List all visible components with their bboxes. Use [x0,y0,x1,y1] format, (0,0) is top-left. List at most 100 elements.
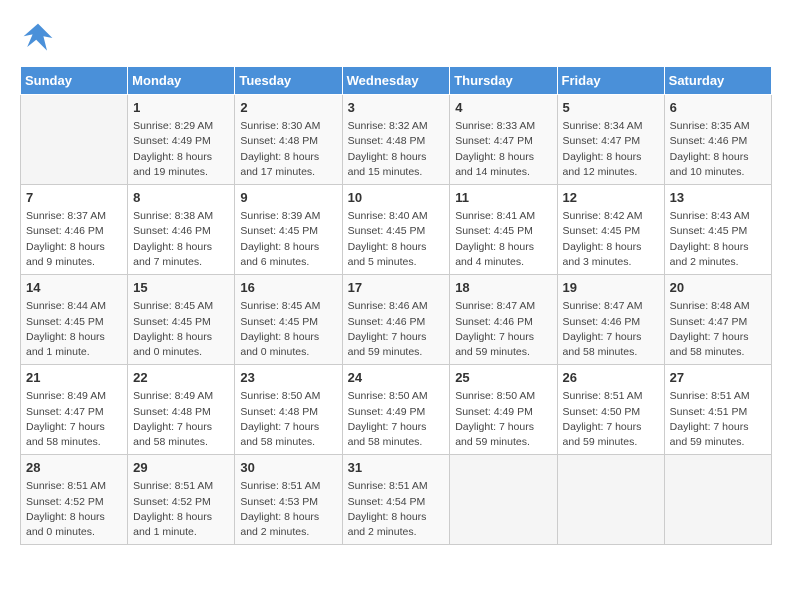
weekday-header: Tuesday [235,67,342,95]
calendar-week-row: 1 Sunrise: 8:29 AM Sunset: 4:49 PM Daylig… [21,95,772,185]
cell-content: Sunrise: 8:42 AM Sunset: 4:45 PM Dayligh… [563,209,659,270]
day-number: 11 [455,189,551,207]
calendar-cell: 25 Sunrise: 8:50 AM Sunset: 4:49 PM Dayli… [450,365,557,455]
calendar-cell: 22 Sunrise: 8:49 AM Sunset: 4:48 PM Dayli… [128,365,235,455]
cell-content: Sunrise: 8:40 AM Sunset: 4:45 PM Dayligh… [348,209,445,270]
calendar-cell [557,455,664,545]
calendar-cell [450,455,557,545]
day-number: 16 [240,279,336,297]
cell-content: Sunrise: 8:34 AM Sunset: 4:47 PM Dayligh… [563,119,659,180]
cell-content: Sunrise: 8:51 AM Sunset: 4:53 PM Dayligh… [240,479,336,540]
calendar-cell: 10 Sunrise: 8:40 AM Sunset: 4:45 PM Dayli… [342,185,450,275]
calendar-cell: 30 Sunrise: 8:51 AM Sunset: 4:53 PM Dayli… [235,455,342,545]
calendar-cell: 19 Sunrise: 8:47 AM Sunset: 4:46 PM Dayli… [557,275,664,365]
cell-content: Sunrise: 8:48 AM Sunset: 4:47 PM Dayligh… [670,299,766,360]
calendar-cell: 17Sunrise: 8:46 AM Sunset: 4:46 PM Dayli… [342,275,450,365]
cell-content: Sunrise: 8:30 AM Sunset: 4:48 PM Dayligh… [240,119,336,180]
calendar-cell: 29 Sunrise: 8:51 AM Sunset: 4:52 PM Dayli… [128,455,235,545]
cell-content: Sunrise: 8:50 AM Sunset: 4:48 PM Dayligh… [240,389,336,450]
calendar-cell: 14 Sunrise: 8:44 AM Sunset: 4:45 PM Dayli… [21,275,128,365]
cell-content: Sunrise: 8:49 AM Sunset: 4:47 PM Dayligh… [26,389,122,450]
day-number: 25 [455,369,551,387]
cell-content: Sunrise: 8:47 AM Sunset: 4:46 PM Dayligh… [563,299,659,360]
day-number: 4 [455,99,551,117]
calendar-cell [21,95,128,185]
calendar-week-row: 7 Sunrise: 8:37 AM Sunset: 4:46 PM Daylig… [21,185,772,275]
calendar-cell: 2 Sunrise: 8:30 AM Sunset: 4:48 PM Daylig… [235,95,342,185]
cell-content: Sunrise: 8:38 AM Sunset: 4:46 PM Dayligh… [133,209,229,270]
calendar-cell: 6 Sunrise: 8:35 AM Sunset: 4:46 PM Daylig… [664,95,771,185]
cell-content: Sunrise: 8:51 AM Sunset: 4:52 PM Dayligh… [133,479,229,540]
day-number: 14 [26,279,122,297]
cell-content: Sunrise: 8:45 AM Sunset: 4:45 PM Dayligh… [240,299,336,360]
cell-content: Sunrise: 8:33 AM Sunset: 4:47 PM Dayligh… [455,119,551,180]
calendar-cell: 28Sunrise: 8:51 AM Sunset: 4:52 PM Dayli… [21,455,128,545]
day-number: 30 [240,459,336,477]
calendar-week-row: 14 Sunrise: 8:44 AM Sunset: 4:45 PM Dayli… [21,275,772,365]
calendar-cell: 26Sunrise: 8:51 AM Sunset: 4:50 PM Dayli… [557,365,664,455]
calendar-cell: 13 Sunrise: 8:43 AM Sunset: 4:45 PM Dayli… [664,185,771,275]
day-number: 27 [670,369,766,387]
day-number: 29 [133,459,229,477]
day-number: 2 [240,99,336,117]
calendar-table: SundayMondayTuesdayWednesdayThursdayFrid… [20,66,772,545]
weekday-header: Sunday [21,67,128,95]
cell-content: Sunrise: 8:49 AM Sunset: 4:48 PM Dayligh… [133,389,229,450]
day-number: 3 [348,99,445,117]
calendar-cell: 16 Sunrise: 8:45 AM Sunset: 4:45 PM Dayli… [235,275,342,365]
calendar-cell: 4 Sunrise: 8:33 AM Sunset: 4:47 PM Daylig… [450,95,557,185]
day-number: 28 [26,459,122,477]
calendar-cell: 11 Sunrise: 8:41 AM Sunset: 4:45 PM Dayli… [450,185,557,275]
calendar-week-row: 28 Sunrise: 8:51 AM Sunset: 4:52 PM Dayli… [21,455,772,545]
cell-content: Sunrise: 8:41 AM Sunset: 4:45 PM Dayligh… [455,209,551,270]
weekday-header: Thursday [450,67,557,95]
cell-content: Sunrise: 8:51 AM Sunset: 4:54 PM Dayligh… [348,479,445,540]
day-number: 24 [348,369,445,387]
cell-content: Sunrise: 8:39 AM Sunset: 4:45 PM Dayligh… [240,209,336,270]
day-number: 18 [455,279,551,297]
calendar-cell: 27 Sunrise: 8:51 AM Sunset: 4:51 PM Dayli… [664,365,771,455]
day-number: 6 [670,99,766,117]
calendar-cell: 24 Sunrise: 8:50 AM Sunset: 4:49 PM Dayli… [342,365,450,455]
day-number: 12 [563,189,659,207]
cell-content: Sunrise: 8:32 AM Sunset: 4:48 PM Dayligh… [348,119,445,180]
calendar-cell: 7 Sunrise: 8:37 AM Sunset: 4:46 PM Daylig… [21,185,128,275]
page-header [20,20,772,56]
day-number: 21 [26,369,122,387]
weekday-header: Saturday [664,67,771,95]
day-number: 9 [240,189,336,207]
calendar-cell [664,455,771,545]
day-number: 22 [133,369,229,387]
calendar-cell: 31 Sunrise: 8:51 AM Sunset: 4:54 PM Dayli… [342,455,450,545]
weekday-header: Monday [128,67,235,95]
day-number: 19 [563,279,659,297]
calendar-cell: 12 Sunrise: 8:42 AM Sunset: 4:45 PM Dayli… [557,185,664,275]
day-number: 7 [26,189,122,207]
cell-content: Sunrise: 8:35 AM Sunset: 4:46 PM Dayligh… [670,119,766,180]
calendar-cell: 20 Sunrise: 8:48 AM Sunset: 4:47 PM Dayli… [664,275,771,365]
day-number: 31 [348,459,445,477]
weekday-header: Wednesday [342,67,450,95]
day-number: 17 [348,279,445,297]
day-number: 15 [133,279,229,297]
day-number: 13 [670,189,766,207]
day-number: 20 [670,279,766,297]
cell-content: Sunrise: 8:50 AM Sunset: 4:49 PM Dayligh… [348,389,445,450]
day-number: 10 [348,189,445,207]
cell-content: Sunrise: 8:50 AM Sunset: 4:49 PM Dayligh… [455,389,551,450]
calendar-cell: 3 Sunrise: 8:32 AM Sunset: 4:48 PM Daylig… [342,95,450,185]
calendar-cell: 15 Sunrise: 8:45 AM Sunset: 4:45 PM Dayli… [128,275,235,365]
cell-content: Sunrise: 8:29 AM Sunset: 4:49 PM Dayligh… [133,119,229,180]
cell-content: Sunrise: 8:47 AM Sunset: 4:46 PM Dayligh… [455,299,551,360]
cell-content: Sunrise: 8:37 AM Sunset: 4:46 PM Dayligh… [26,209,122,270]
calendar-cell: 8 Sunrise: 8:38 AM Sunset: 4:46 PM Daylig… [128,185,235,275]
cell-content: Sunrise: 8:51 AM Sunset: 4:50 PM Dayligh… [563,389,659,450]
calendar-cell: 1 Sunrise: 8:29 AM Sunset: 4:49 PM Daylig… [128,95,235,185]
day-number: 8 [133,189,229,207]
cell-content: Sunrise: 8:44 AM Sunset: 4:45 PM Dayligh… [26,299,122,360]
cell-content: Sunrise: 8:51 AM Sunset: 4:51 PM Dayligh… [670,389,766,450]
cell-content: Sunrise: 8:45 AM Sunset: 4:45 PM Dayligh… [133,299,229,360]
cell-content: Sunrise: 8:43 AM Sunset: 4:45 PM Dayligh… [670,209,766,270]
day-number: 1 [133,99,229,117]
calendar-cell: 21 Sunrise: 8:49 AM Sunset: 4:47 PM Dayli… [21,365,128,455]
